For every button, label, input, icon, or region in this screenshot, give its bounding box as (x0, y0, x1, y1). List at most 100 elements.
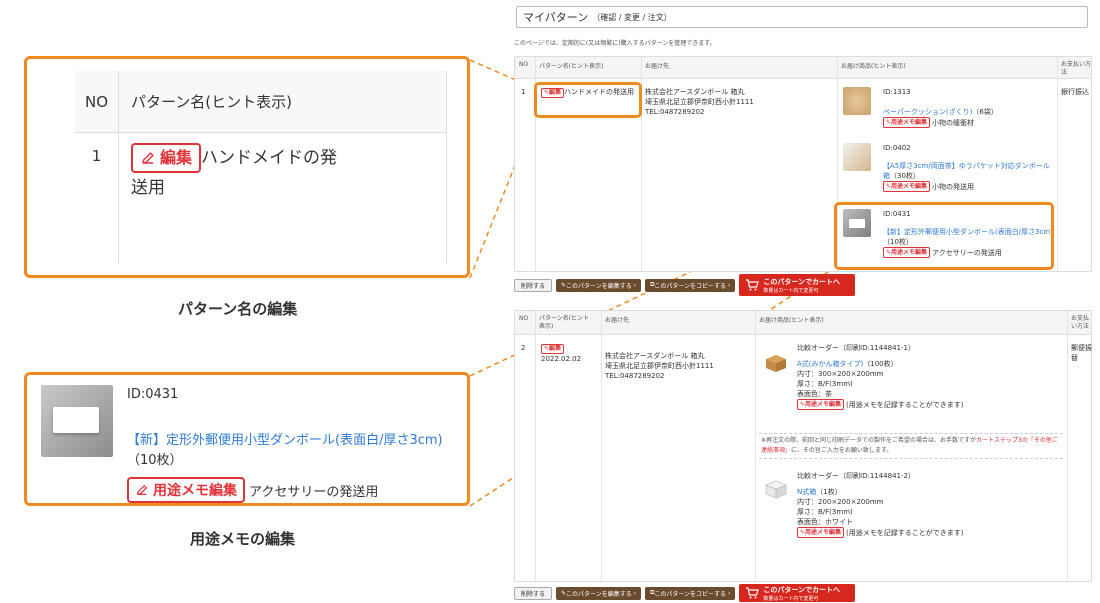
pattern-table-2: NO パターン名(ヒント 表示) お届け先 お届け商品(ヒント表示) お支払 い方法… (514, 310, 1092, 582)
product-size: 内寸：200×200×200mm (797, 498, 884, 506)
copy-pattern-label: このパターンをコピーする (654, 590, 727, 598)
zoom-pattern-name-line1: ハンドメイドの発 (201, 148, 338, 168)
row-no: 1 (521, 88, 526, 96)
table-header: NO パターン名(ヒント表示) お届け先 お届け商品(ヒント表示) お支払い方法 (515, 57, 1091, 79)
edit-pattern-button[interactable]: ✎ このパターンを編集する › (556, 586, 642, 600)
delete-button[interactable]: 削除する (514, 586, 553, 600)
header-pattern-line2: 表示) (539, 323, 554, 330)
dest-name: 株式会社アースダンボール 箱丸 (645, 88, 745, 96)
memo-edit-button[interactable]: ✎ 用途メモ編集 (797, 527, 845, 538)
copy-pattern-button[interactable]: ⧉ このパターンをコピーする › (645, 278, 736, 292)
pattern-name-cell: ✎ 編集 2022.02.02 (541, 343, 581, 364)
reorder-note: ※再注文の際、前回と同じ印刷データでの製作をご希望の場合は、お手数ですがカートス… (759, 433, 1063, 459)
header-products: お届け商品(ヒント表示) (759, 317, 824, 324)
product-thumbnail (843, 143, 871, 171)
cart-main-label: このパターンでカートへ (763, 585, 841, 594)
product-link[interactable]: ペーパークッション(ざくり) (883, 108, 972, 116)
edit-pattern-button[interactable]: ✎ このパターンを編集する › (556, 278, 642, 292)
product-item: 比較オーダー（印刷ID:1144841-1） A式(みかん箱タイプ)（100枚）… (797, 343, 1057, 410)
header-products: お届け商品(ヒント表示) (841, 63, 906, 70)
zoom-header-no: NO (75, 71, 119, 132)
add-to-cart-button[interactable]: このパターンでカートへ 数量はカート内で変更可 (739, 584, 856, 602)
memo-text: (用途メモを記録することができます) (846, 400, 964, 409)
zoom-edit-button[interactable]: 編集 (131, 143, 202, 173)
dest-address: 埼玉県北足立郡伊奈町西小針1111 (645, 98, 754, 106)
product-qty: （6袋） (972, 108, 998, 116)
product-title: 比較オーダー（印刷ID:1144841-2） (797, 472, 915, 480)
page-title: マイパターン （確認 / 変更 / 注文） (516, 6, 1088, 28)
highlight-pattern-name (534, 82, 642, 118)
header-pay: お支払い方法 (1071, 315, 1089, 331)
memo-edit-button[interactable]: ✎ 用途メモ編集 (883, 117, 931, 128)
product-link[interactable]: A式(みかん箱タイプ) (797, 360, 863, 368)
memo-edit-label: 用途メモ編集 (805, 400, 842, 408)
dest-tel: TEL:0487289202 (605, 372, 665, 380)
memo-edit-button[interactable]: ✎ 用途メモ編集 (883, 181, 931, 192)
product-link[interactable]: N式箱 (797, 488, 816, 496)
copy-pattern-button[interactable]: ⧉ このパターンをコピーする › (645, 586, 736, 600)
zoom-memo-edit-label: 用途メモ編集 (153, 483, 237, 499)
product-item: ID:0402 【A5厚さ3cm/両面茶】ゆうパケット対応ダンボール箱（30枚）… (883, 143, 1053, 192)
page-title-sub: （確認 / 変更 / 注文） (592, 12, 672, 22)
zoom-memo-row: 用途メモ編集 アクセサリーの発送用 (127, 477, 378, 503)
edit-pattern-label: このパターンを編集する (566, 590, 632, 598)
product-qty: （100枚） (863, 360, 898, 368)
cart-sub-label: 数量はカート内で変更可 (763, 595, 819, 602)
box-icon (765, 480, 787, 499)
zoom-pattern-name-cell: 編集 ハンドメイドの発 送用 (119, 133, 447, 263)
product-thickness: 厚さ：B/F(3mm) (797, 508, 853, 516)
product-color: 表面色：茶 (797, 390, 832, 398)
edit-pattern-label: このパターンを編集する (566, 282, 632, 290)
header-dest: お届け先 (645, 63, 670, 70)
memo-text: 小物の緩衝材 (932, 118, 975, 127)
zoom-product-qty: （10枚） (127, 453, 183, 468)
product-item: ID:1313 ペーパークッション(ざくり)（6袋） ✎ 用途メモ編集 小物の緩衝材 (883, 87, 1053, 128)
memo-edit-button[interactable]: ✎ 用途メモ編集 (797, 399, 845, 410)
pencil-icon (142, 152, 154, 164)
header-dest: お届け先 (605, 317, 630, 324)
zoom-pattern-table: NO パターン名(ヒント表示) 1 編集 ハンドメイドの発 送用 (75, 71, 447, 263)
pattern-actions-2: 削除する ✎ このパターンを編集する › ⧉ このパターンをコピーする › この… (514, 584, 856, 602)
zoom-memo-text: アクセサリーの発送用 (249, 484, 379, 500)
add-to-cart-button[interactable]: このパターンでカートへ 数量はカート内で変更可 (739, 274, 856, 296)
product-qty: （1枚） (816, 488, 842, 496)
header-pay-line2: い方法 (1071, 323, 1090, 330)
memo-text: 小物の発送用 (932, 182, 975, 191)
zoom-product-desc: 【新】定形外郵便用小型ダンボール(表面白/厚さ3cm) （10枚） (127, 431, 463, 471)
product-qty: （30枚） (890, 172, 920, 180)
cart-main-label: このパターンでカートへ (763, 277, 841, 286)
product-title: 比較オーダー（印刷ID:1144841-1） (797, 344, 915, 352)
header-pay: お支払い方法 (1061, 61, 1092, 76)
product-item: 比較オーダー（印刷ID:1144841-2） N式箱（1枚） 内寸：200×20… (797, 471, 1057, 538)
header-pay-line1: お支払 (1071, 315, 1090, 322)
header-pattern: パターン名(ヒント表示) (539, 63, 604, 70)
zoom-memo-edit-button[interactable]: 用途メモ編集 (127, 477, 245, 503)
zoom-edit-label: 編集 (160, 148, 193, 167)
product-thumbnail (41, 385, 113, 457)
delete-button[interactable]: 削除する (514, 278, 553, 292)
edit-label: 編集 (549, 345, 562, 352)
zoom-table-row: 1 編集 ハンドメイドの発 送用 (75, 133, 447, 263)
product-id: ID:0402 (883, 144, 911, 152)
pattern-actions-1: 削除する ✎ このパターンを編集する › ⧉ このパターンをコピーする › この… (514, 274, 856, 296)
cart-icon (746, 279, 760, 291)
memo-edit-label: 用途メモ編集 (891, 118, 928, 126)
zoom-header-pattern: パターン名(ヒント表示) (119, 71, 447, 132)
memo-edit-label: 用途メモ編集 (805, 528, 842, 536)
header-pattern: パターン名(ヒント表示) (539, 315, 589, 331)
row-no: 2 (521, 344, 526, 352)
product-thumbnail (843, 87, 871, 115)
pattern-date: 2022.02.02 (541, 355, 582, 363)
cart-icon (746, 587, 760, 599)
zoom-pattern-name-line2: 送用 (131, 178, 165, 198)
edit-pattern-name-button[interactable]: ✎ 編集 (541, 344, 565, 354)
product-id: ID:1313 (883, 88, 911, 96)
zoom-product-id: ID:0431 (127, 387, 179, 402)
page-title-text: マイパターン (523, 11, 589, 24)
zoom-callout-memo: ID:0431 【新】定形外郵便用小型ダンボール(表面白/厚さ3cm) （10枚）… (24, 372, 470, 506)
destination: 株式会社アースダンボール 箱丸 埼玉県北足立郡伊奈町西小針1111 TEL:04… (605, 351, 714, 381)
zoom-table-header: NO パターン名(ヒント表示) (75, 71, 447, 133)
zoom-product-link[interactable]: 【新】定形外郵便用小型ダンボール(表面白/厚さ3cm) (127, 433, 443, 448)
dest-tel: TEL:0487289202 (645, 108, 705, 116)
cart-sub-label: 数量はカート内で変更可 (763, 287, 819, 294)
